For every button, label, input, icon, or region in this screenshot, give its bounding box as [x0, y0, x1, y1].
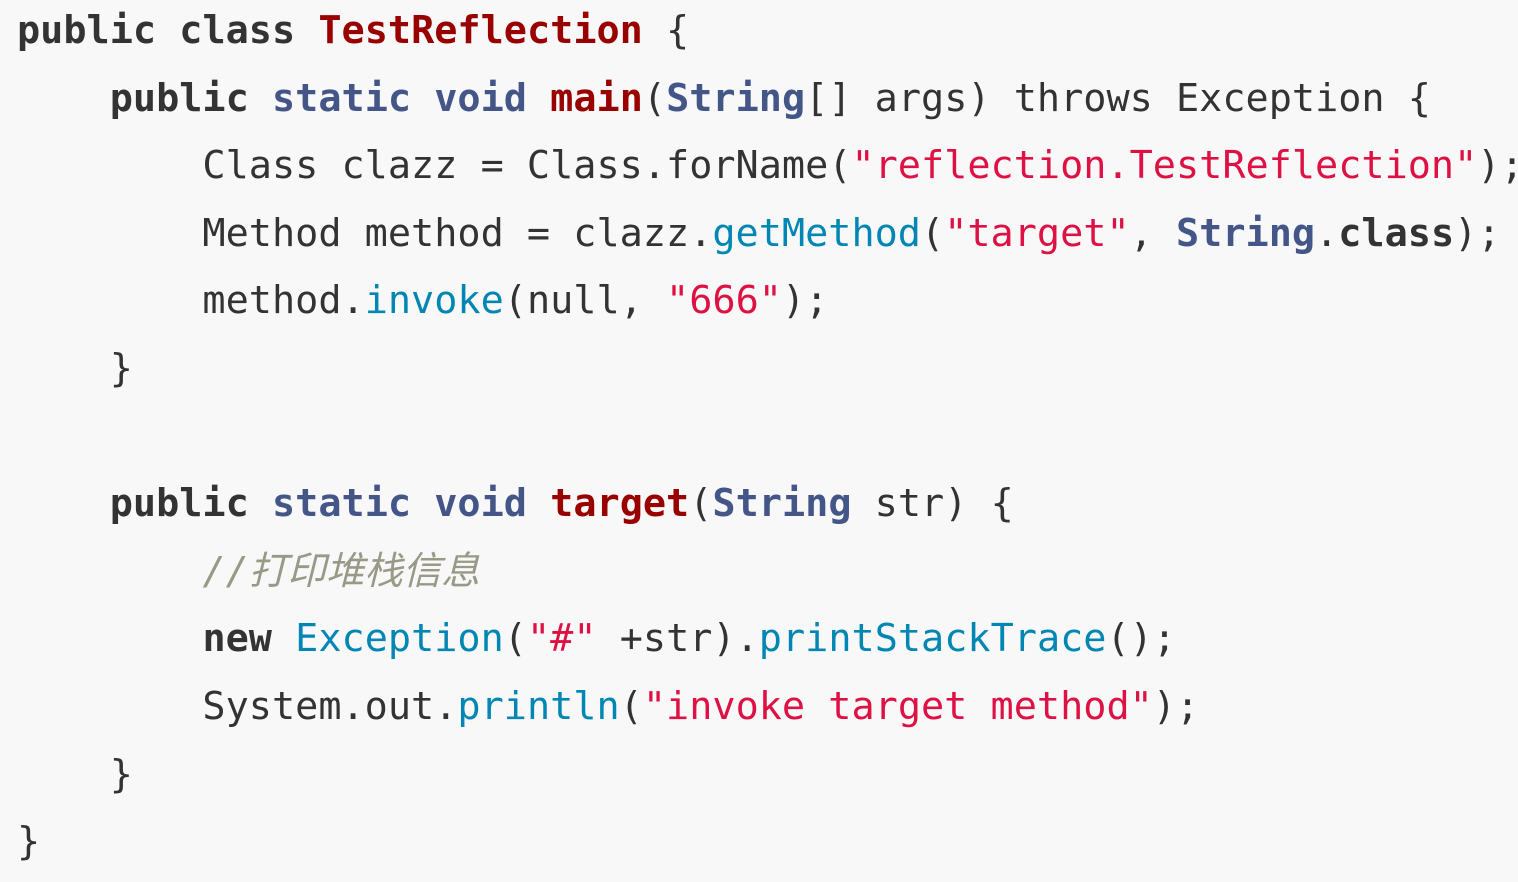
code-token-plain: , [1129, 210, 1176, 256]
code-token-plain: ); [1477, 143, 1518, 189]
code-token-type-kw: String [1175, 210, 1316, 256]
code-token-keyword: new [202, 616, 272, 662]
code-token-type-kw: static [271, 75, 412, 121]
code-token-type-kw: void [434, 481, 527, 527]
code-token-method: invoke [364, 278, 504, 324]
code-block: public class TestReflection { public sta… [0, 0, 1518, 864]
code-line: public static void main(String[] args) t… [17, 71, 1518, 139]
code-token-plain: Method method = clazz. [17, 210, 713, 256]
code-token-title: TestReflection [318, 8, 643, 53]
code-line: method.invoke(null, "666"); [17, 273, 1518, 341]
code-token-plain: . [1315, 210, 1339, 256]
code-token-keyword: public [109, 481, 249, 527]
code-token-plain: { [642, 8, 690, 53]
code-token-type-kw: void [434, 75, 527, 121]
code-token-plain: method. [17, 278, 365, 324]
code-token-title: main [550, 75, 643, 121]
code-token-string: "invoke target method" [642, 683, 1153, 729]
code-token-string: "666" [666, 278, 782, 324]
code-token-plain: +str). [596, 616, 759, 662]
code-token-plain: ( [921, 210, 945, 256]
code-token-string: "reflection.TestReflection" [851, 143, 1478, 189]
code-line: Class clazz = Class.forName("reflection.… [17, 138, 1518, 206]
code-line: //打印堆栈信息 [17, 544, 1518, 612]
code-token-plain: ); [1454, 210, 1501, 256]
code-token-plain: ( [503, 616, 527, 662]
code-token-string: "target" [944, 210, 1130, 256]
code-line: new Exception("#" +str).printStackTrace(… [17, 611, 1518, 679]
code-token-plain: Class clazz = Class.forName( [17, 143, 852, 189]
code-token-keyword: public [109, 75, 249, 121]
code-line: Method method = clazz.getMethod("target"… [17, 206, 1518, 274]
code-token-string: "#" [526, 616, 597, 662]
code-token-method: getMethod [712, 210, 921, 256]
code-line: public class TestReflection { [17, 3, 1518, 71]
code-token-plain: [] args) throws Exception { [805, 75, 1431, 121]
code-line: public static void target(String str) { [17, 476, 1518, 544]
code-token-plain: ( [642, 75, 667, 121]
code-token-plain: ); [1152, 683, 1200, 729]
code-token-method: Exception [295, 616, 504, 662]
code-token-keyword: class [1338, 210, 1455, 256]
code-token-plain: ); [781, 278, 829, 324]
code-token-type-kw: static [271, 481, 412, 527]
code-token-keyword: class [179, 8, 296, 53]
code-token-method: println [457, 683, 620, 729]
code-token-plain: ( [619, 683, 643, 729]
code-line: } [17, 747, 1518, 815]
code-line: System.out.println("invoke target method… [17, 679, 1518, 747]
code-token-plain: System.out. [17, 683, 458, 729]
code-token-plain: (); [1106, 616, 1177, 662]
code-line: } [17, 814, 1518, 882]
code-token-plain: (null, [503, 278, 667, 324]
code-token-plain: ( [689, 481, 713, 527]
code-token-type-kw: String [712, 481, 852, 527]
code-token-comment: //打印堆栈信息 [202, 548, 480, 594]
code-token-title: target [550, 481, 690, 527]
code-token-plain: } [17, 345, 133, 391]
code-token-type-kw: String [666, 75, 806, 121]
code-token-keyword: public [17, 8, 157, 53]
code-token-plain: } [17, 819, 41, 865]
code-line: } [17, 341, 1518, 409]
code-token-plain: str) { [851, 481, 1014, 527]
code-token-plain: } [17, 751, 133, 797]
code-token-method: printStackTrace [758, 616, 1107, 662]
